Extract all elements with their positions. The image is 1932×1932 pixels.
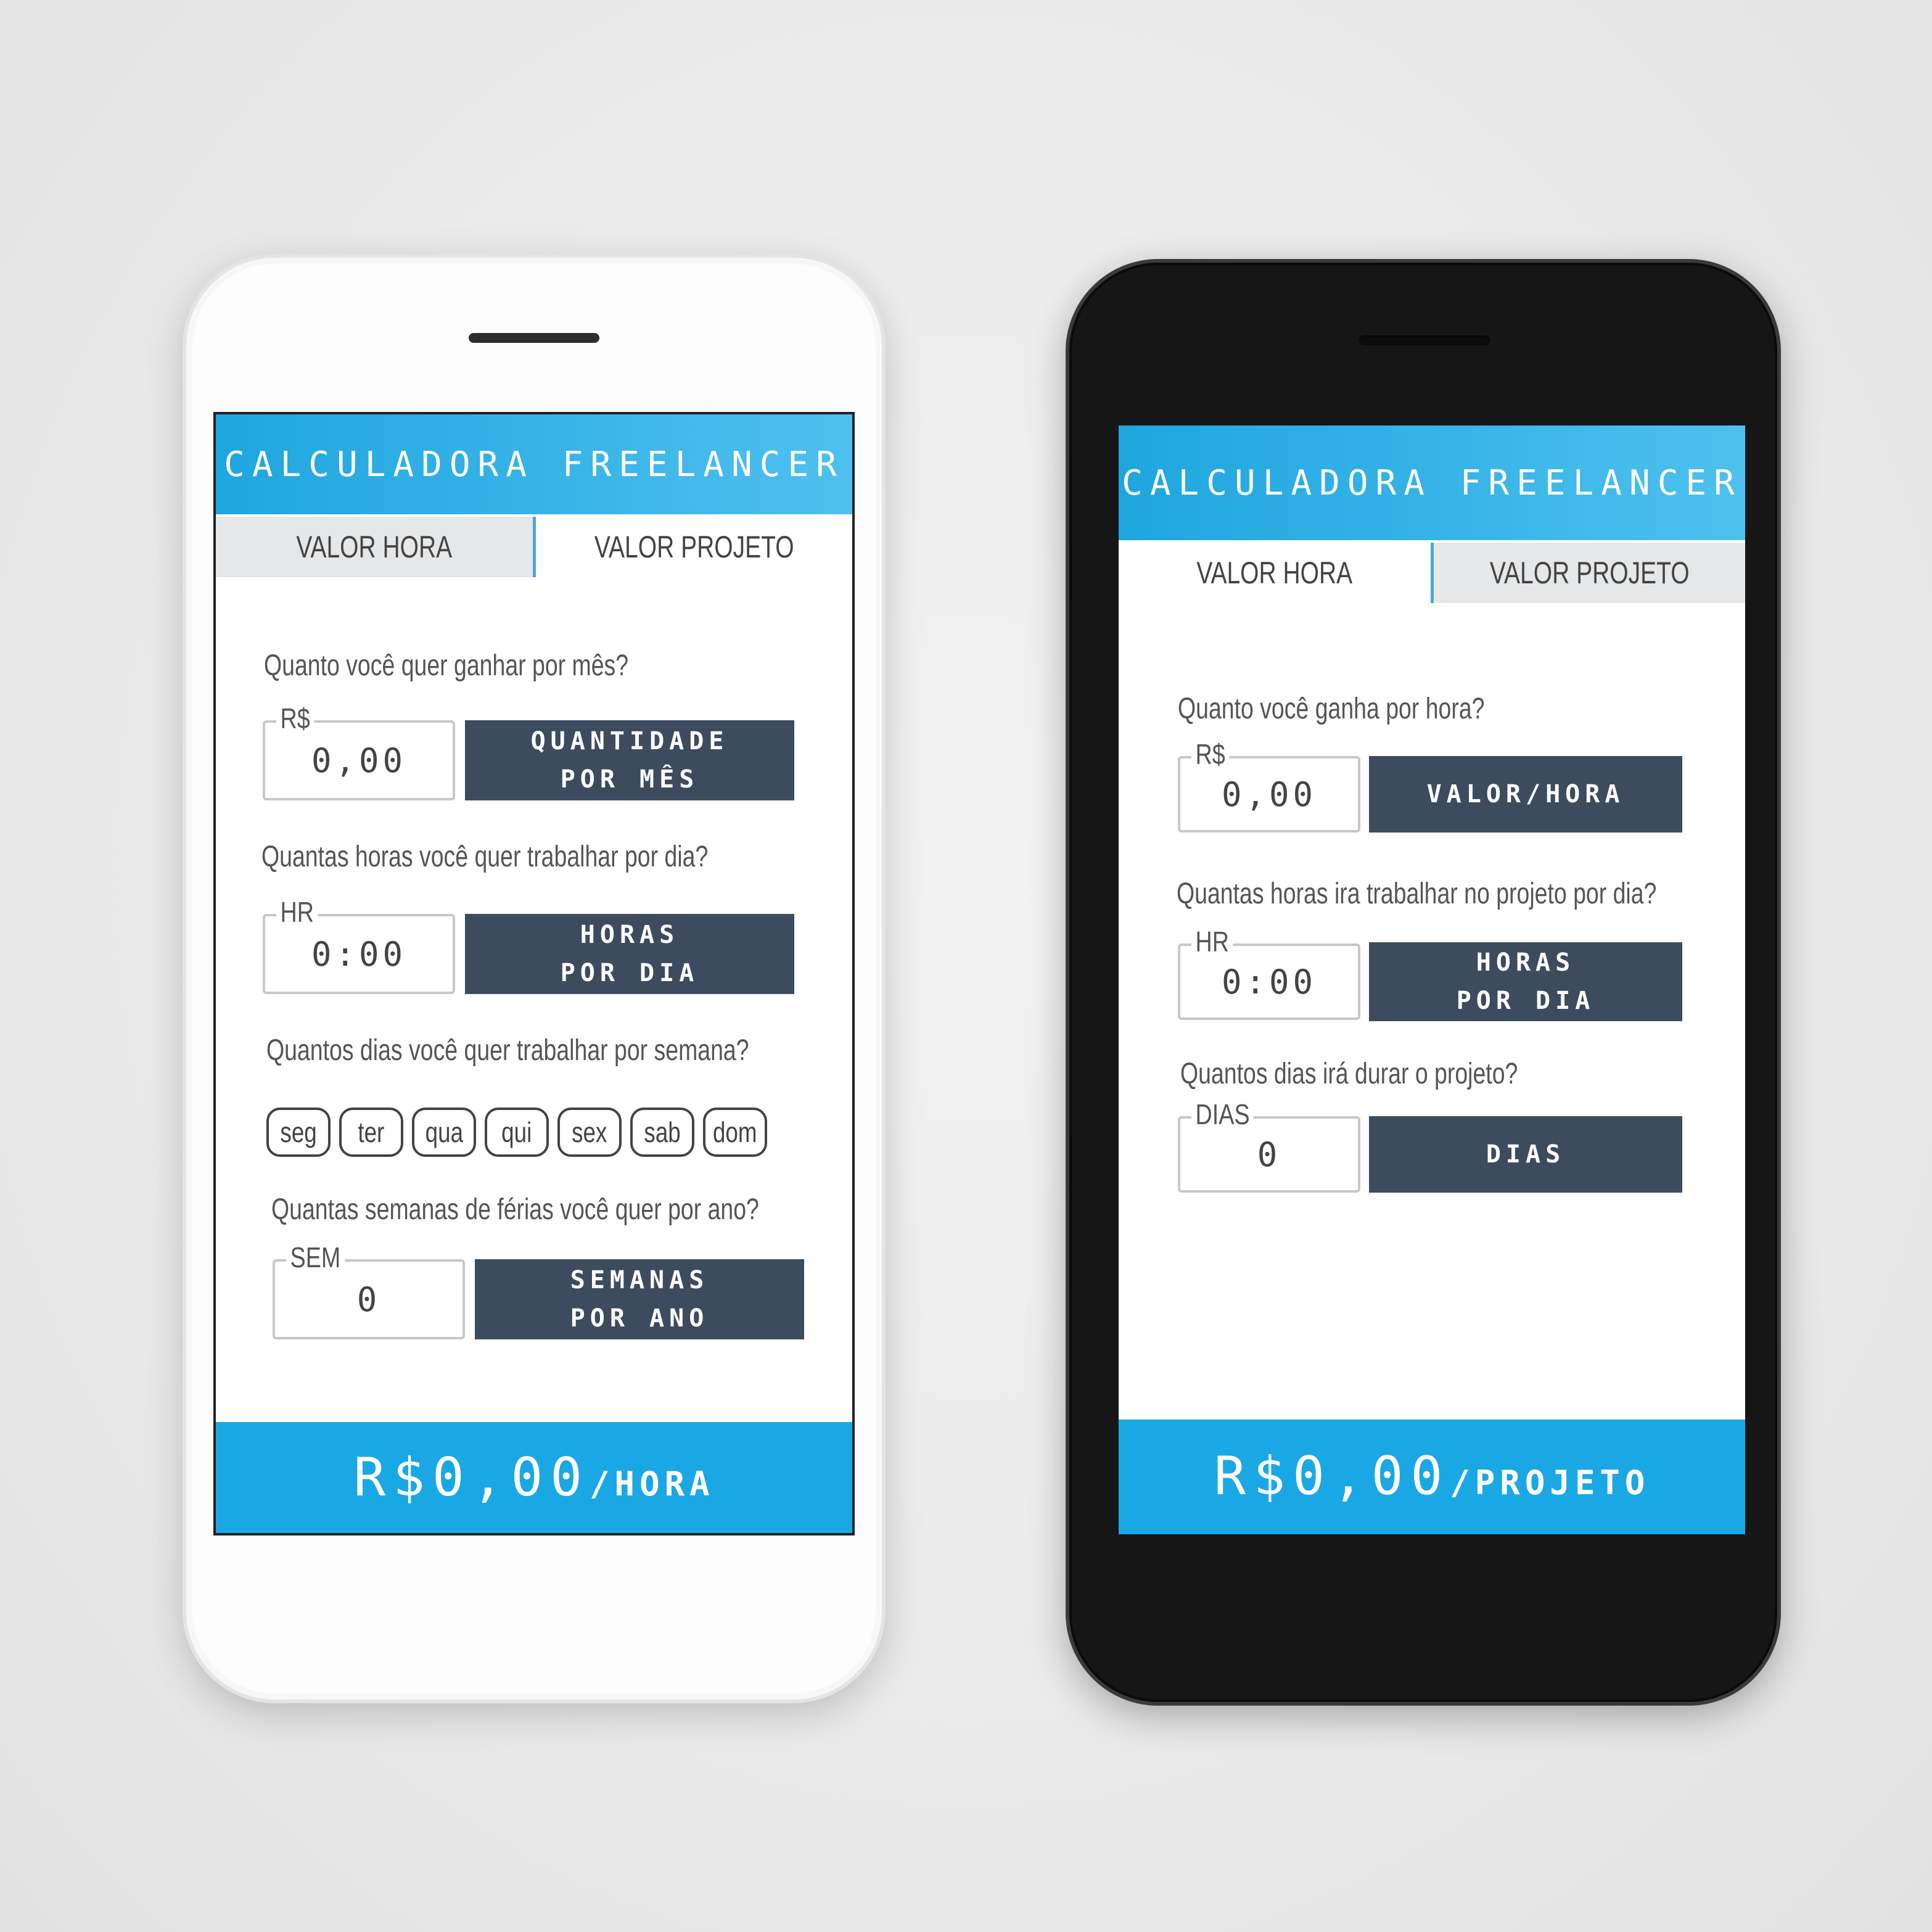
button-label-line2: POR DIA	[560, 959, 699, 987]
button-label-line1: SEMANAS	[570, 1266, 709, 1294]
field-value: 0:00	[311, 934, 407, 974]
weekday-selector: seg ter qua qui sex sab dom	[266, 1108, 767, 1157]
hours-per-day-button[interactable]: HORAS POR DIA	[1369, 942, 1682, 1021]
button-label-line2: POR MÊS	[560, 765, 699, 794]
button-label-line1: HORAS	[580, 921, 680, 949]
question-vacation-weeks: Quantas semanas de férias você quer por …	[271, 1193, 759, 1226]
white-phone: CALCULADORA FREELANCER VALOR HORA VALOR …	[183, 254, 886, 1703]
result-amount: R$0,00	[353, 1447, 590, 1508]
question-monthly-income: Quanto você quer ganhar por mês?	[264, 649, 629, 682]
button-label-line1: QUANTIDADE	[530, 727, 729, 755]
button-label-line1: HORAS	[1476, 948, 1576, 977]
project-hours-input[interactable]: HR 0:00	[1178, 925, 1360, 1020]
monthly-income-input[interactable]: R$ 0,00	[263, 702, 455, 800]
hourly-value-button[interactable]: VALOR/HORA	[1369, 756, 1682, 832]
black-phone: CALCULADORA FREELANCER VALOR HORA VALOR …	[1066, 259, 1781, 1706]
field-value: 0	[356, 1280, 381, 1319]
hours-per-day-input[interactable]: HR 0:00	[263, 895, 455, 994]
field-value: 0	[1257, 1135, 1281, 1174]
question-project-hours-per-day: Quantas horas ira trabalhar no projeto p…	[1177, 878, 1657, 910]
day-toggle-dom[interactable]: dom	[703, 1108, 767, 1157]
result-bar: R$0,00 /PROJETO	[1119, 1420, 1745, 1534]
result-unit: /HORA	[590, 1465, 715, 1503]
day-toggle-ter[interactable]: ter	[339, 1108, 403, 1157]
vacation-weeks-input[interactable]: SEM 0	[273, 1241, 465, 1339]
day-toggle-qua[interactable]: qua	[412, 1108, 476, 1157]
tab-valor-hora[interactable]: VALOR HORA	[1119, 543, 1431, 603]
button-label-line2: POR DIA	[1456, 987, 1595, 1015]
question-project-duration: Quantos dias irá durar o projeto?	[1180, 1058, 1518, 1090]
earpiece-speaker	[1359, 335, 1490, 345]
weeks-per-year-button[interactable]: SEMANAS POR ANO	[475, 1259, 804, 1339]
result-bar: R$0,00 /HORA	[216, 1422, 852, 1533]
tab-label: VALOR PROJETO	[1489, 556, 1690, 590]
tab-bar: VALOR HORA VALOR PROJETO	[1119, 543, 1745, 603]
field-value: 0:00	[1221, 962, 1317, 1001]
project-days-input[interactable]: DIAS 0	[1178, 1098, 1360, 1193]
question-hourly-rate: Quanto você ganha por hora?	[1178, 693, 1485, 725]
tab-valor-projeto[interactable]: VALOR PROJETO	[535, 517, 852, 577]
app-title: CALCULADORA FREELANCER	[1122, 462, 1742, 503]
tab-valor-projeto[interactable]: VALOR PROJETO	[1433, 543, 1745, 603]
field-value: 0,00	[1221, 775, 1317, 814]
result-amount: R$0,00	[1214, 1445, 1450, 1507]
monthly-quantity-button[interactable]: QUANTIDADE POR MÊS	[465, 720, 794, 800]
result-unit: /PROJETO	[1450, 1463, 1650, 1502]
question-days-per-week: Quantos dias você quer trabalhar por sem…	[266, 1034, 749, 1067]
button-label-line1: DIAS	[1486, 1140, 1566, 1169]
project-calculator-screen: CALCULADORA FREELANCER VALOR HORA VALOR …	[1119, 425, 1745, 1534]
tab-bar: VALOR HORA VALOR PROJETO	[216, 517, 852, 577]
button-label-line1: VALOR/HORA	[1426, 780, 1625, 808]
app-header: CALCULADORA FREELANCER	[1119, 425, 1745, 540]
app-header: CALCULADORA FREELANCER	[216, 414, 852, 514]
field-value: 0,00	[311, 741, 407, 780]
day-toggle-qui[interactable]: qui	[485, 1108, 549, 1157]
tab-valor-hora[interactable]: VALOR HORA	[216, 517, 533, 577]
hours-per-day-button[interactable]: HORAS POR DIA	[465, 914, 794, 994]
earpiece-speaker	[469, 333, 599, 343]
question-hours-per-day: Quantas horas você quer trabalhar por di…	[261, 841, 709, 873]
hourly-rate-input[interactable]: R$ 0,00	[1178, 738, 1360, 832]
day-toggle-sex[interactable]: sex	[557, 1108, 622, 1157]
tab-label: VALOR HORA	[1196, 556, 1353, 590]
tab-label: VALOR PROJETO	[594, 530, 794, 564]
days-button[interactable]: DIAS	[1369, 1116, 1682, 1193]
button-label-line2: POR ANO	[570, 1304, 709, 1333]
hourly-calculator-screen: CALCULADORA FREELANCER VALOR HORA VALOR …	[213, 412, 855, 1535]
day-toggle-seg[interactable]: seg	[266, 1108, 331, 1157]
day-toggle-sab[interactable]: sab	[630, 1108, 694, 1157]
app-title: CALCULADORA FREELANCER	[224, 444, 844, 485]
tab-label: VALOR HORA	[296, 530, 453, 564]
